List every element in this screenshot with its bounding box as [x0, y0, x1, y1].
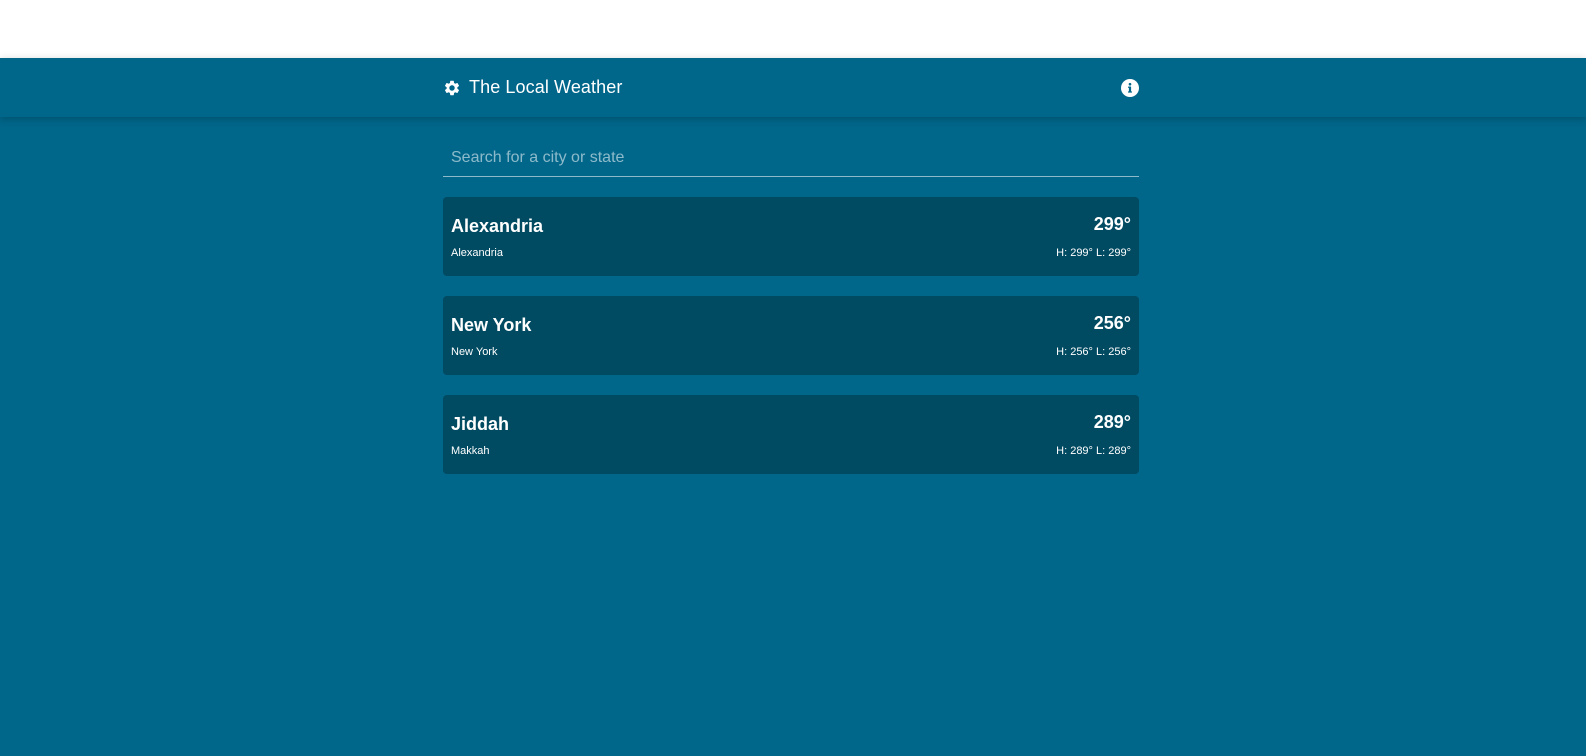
city-temperature: 299°: [1093, 214, 1131, 234]
main-content: Alexandria Alexandria 299° H: 299° L: 29…: [443, 117, 1139, 474]
city-name: Alexandria: [451, 216, 544, 236]
city-high-low: H: 299° L: 299°: [1056, 247, 1131, 259]
city-name: Jiddah: [451, 414, 510, 434]
search-field: [443, 139, 1139, 177]
app-title: The Local Weather: [469, 77, 623, 97]
card-right: 256° H: 256° L: 256°: [1056, 296, 1131, 375]
city-temperature: 256°: [1093, 313, 1131, 333]
city-state: Alexandria: [451, 247, 503, 259]
gear-icon[interactable]: [443, 79, 461, 97]
city-high-low: H: 289° L: 289°: [1056, 445, 1131, 457]
city-state: New York: [451, 346, 498, 358]
info-circle-icon[interactable]: [1121, 78, 1139, 97]
navbar: The Local Weather: [0, 58, 1586, 117]
card-right: 299° H: 299° L: 299°: [1056, 197, 1131, 276]
city-card-new-york[interactable]: New York New York 256° H: 256° L: 256°: [443, 296, 1139, 375]
card-left: New York New York: [451, 296, 531, 375]
navbar-inner: The Local Weather: [443, 58, 1139, 117]
card-right: 289° H: 289° L: 289°: [1056, 395, 1131, 474]
card-left: Alexandria Alexandria: [451, 197, 543, 276]
city-state: Makkah: [451, 445, 490, 457]
city-high-low: H: 256° L: 256°: [1056, 346, 1131, 358]
city-name: New York: [451, 315, 532, 335]
card-left: Jiddah Makkah: [451, 395, 509, 474]
city-list: Alexandria Alexandria 299° H: 299° L: 29…: [443, 197, 1139, 474]
top-blank-area: [0, 0, 1586, 58]
brand[interactable]: The Local Weather: [443, 77, 622, 98]
app-container: The Local Weather Alexandria Alexan: [0, 58, 1586, 756]
city-card-alexandria[interactable]: Alexandria Alexandria 299° H: 299° L: 29…: [443, 197, 1139, 276]
search-input[interactable]: [451, 148, 1139, 167]
city-temperature: 289°: [1093, 412, 1131, 432]
city-card-jiddah[interactable]: Jiddah Makkah 289° H: 289° L: 289°: [443, 395, 1139, 474]
